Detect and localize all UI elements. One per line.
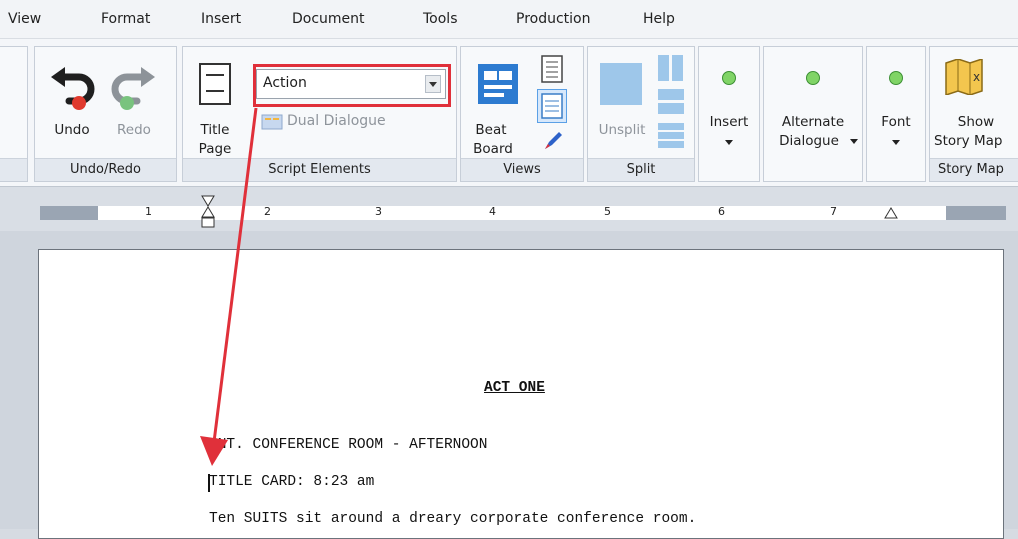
ribbon-group-font: Font <box>866 46 926 182</box>
group-label-script-elements: Script Elements <box>183 158 456 181</box>
redo-label: Redo <box>117 122 151 138</box>
title-page-button[interactable]: Title Page <box>189 55 241 159</box>
split-vertical-button[interactable] <box>658 55 684 81</box>
title-page-label-2: Page <box>198 141 232 157</box>
ruler-number: 7 <box>830 205 837 218</box>
menu-bar: View Format Insert Document Tools Produc… <box>0 0 1018 38</box>
alternate-dialogue-icon <box>806 71 820 85</box>
split-vertical-icon <box>658 55 669 81</box>
menu-view[interactable]: View <box>8 11 41 27</box>
menu-help[interactable]: Help <box>643 11 675 27</box>
indent-marker-right[interactable] <box>884 207 898 219</box>
ruler-margin-left <box>40 206 98 220</box>
ribbon-group-alternate-dialogue: Alternate Dialogue <box>763 46 863 182</box>
unsplit-label: Unsplit <box>598 122 646 138</box>
menu-document[interactable]: Document <box>292 11 365 27</box>
undo-icon <box>51 67 95 110</box>
redo-button[interactable]: Redo <box>105 55 163 155</box>
ruler-number: 2 <box>264 205 271 218</box>
text-cursor <box>208 474 210 492</box>
insert-button[interactable]: Insert <box>699 47 759 159</box>
ruler-margin-right <box>946 206 1006 220</box>
dual-dialogue-label: Dual Dialogue <box>287 113 386 129</box>
font-button[interactable]: Font <box>867 47 925 159</box>
ruler-number: 1 <box>145 205 152 218</box>
alternate-dialogue-button[interactable]: Alternate Dialogue <box>764 47 862 159</box>
ruler-number: 5 <box>604 205 611 218</box>
element-select-highlight <box>253 64 451 107</box>
beat-board-label-1: Beat <box>475 122 507 138</box>
title-card-line[interactable]: TITLE CARD: 8:23 am <box>209 474 374 490</box>
split-quad-button[interactable] <box>658 123 684 149</box>
ruler-number: 3 <box>375 205 382 218</box>
redo-icon <box>111 67 155 110</box>
caret-down-icon <box>725 140 733 145</box>
ribbon-group-insert: Insert <box>698 46 760 182</box>
alternate-dialogue-label-2: Dialogue <box>779 133 839 149</box>
group-label-story-map: Story Map <box>930 158 1018 181</box>
undo-label: Undo <box>54 122 90 138</box>
caret-down-icon <box>892 140 900 145</box>
dual-dialogue-button[interactable]: Dual Dialogue <box>261 111 431 133</box>
page-view-button[interactable] <box>537 89 567 123</box>
ribbon-group-story-map: x Show Story Map Story Map <box>929 46 1018 182</box>
unsplit-icon <box>600 63 642 105</box>
ribbon-group-script-elements: Title Page Action Dual Dialogue Script E… <box>182 46 457 182</box>
split-horizontal-button[interactable] <box>658 89 684 115</box>
script-view-button[interactable] <box>541 55 563 83</box>
insert-icon <box>722 71 736 85</box>
ruler: 1 2 3 4 5 6 7 <box>0 186 1018 232</box>
beat-board-label-2: Board <box>473 141 513 157</box>
script-page[interactable]: ACT ONE INT. CONFERENCE ROOM - AFTERNOON… <box>38 249 1004 539</box>
menu-production[interactable]: Production <box>516 11 590 27</box>
story-map-label-1: Show <box>957 114 995 130</box>
undo-button[interactable]: Undo <box>43 55 101 155</box>
unsplit-button[interactable]: Unsplit <box>592 55 652 155</box>
speed-view-button[interactable] <box>541 129 565 153</box>
action-line[interactable]: Ten SUITS sit around a dreary corporate … <box>209 511 696 527</box>
title-page-label-1: Title <box>200 122 230 138</box>
group-label-split: Split <box>588 158 694 181</box>
beat-board-icon <box>478 64 518 104</box>
ribbon-group-clipboard <box>0 46 28 182</box>
group-label-views: Views <box>461 158 583 181</box>
script-view-icon <box>541 55 563 83</box>
ruler-number: 4 <box>489 205 496 218</box>
svg-text:x: x <box>973 70 980 84</box>
rocket-icon <box>545 132 562 149</box>
story-map-label-2: Story Map <box>934 133 1003 149</box>
group-label-undo-redo: Undo/Redo <box>35 158 176 181</box>
dual-dialogue-icon <box>261 114 283 130</box>
scene-heading[interactable]: INT. CONFERENCE ROOM - AFTERNOON <box>209 437 487 453</box>
ribbon-group-undo-redo: Undo Redo Undo/Redo <box>34 46 177 182</box>
ruler-number: 6 <box>718 205 725 218</box>
ribbon-group-views: Beat Board Views <box>460 46 584 182</box>
show-story-map-button[interactable]: x Show Story Map <box>930 47 1018 159</box>
ruler-strip <box>40 206 1006 220</box>
page-view-icon <box>541 93 563 119</box>
indent-marker-left[interactable] <box>201 195 215 229</box>
split-horizontal-icon <box>658 89 684 100</box>
caret-down-icon <box>850 139 858 144</box>
ribbon-group-split: Unsplit Split <box>587 46 695 182</box>
story-map-icon: x <box>945 59 983 95</box>
menu-tools[interactable]: Tools <box>423 11 458 27</box>
split-quad-icon <box>658 123 684 130</box>
menu-insert[interactable]: Insert <box>201 11 241 27</box>
alternate-dialogue-label-1: Alternate <box>781 114 845 130</box>
act-heading: ACT ONE <box>484 380 545 396</box>
menu-format[interactable]: Format <box>101 11 150 27</box>
insert-label: Insert <box>709 114 749 130</box>
title-page-icon <box>199 63 231 105</box>
font-icon <box>889 71 903 85</box>
beat-board-button[interactable]: Beat Board <box>467 55 529 159</box>
font-label: Font <box>881 114 911 130</box>
